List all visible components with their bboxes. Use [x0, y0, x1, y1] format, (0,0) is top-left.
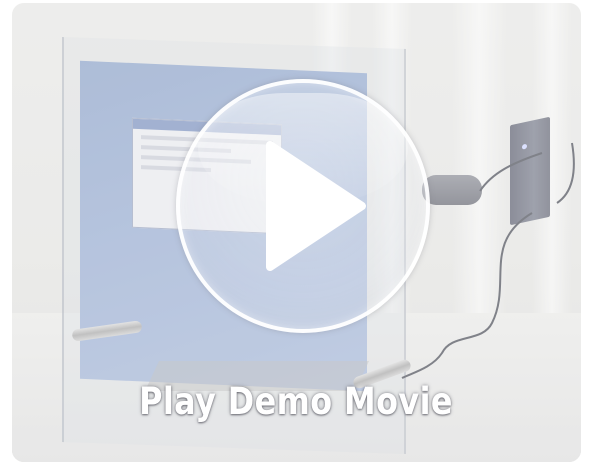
play-icon [266, 141, 366, 271]
play-triangle [266, 141, 366, 271]
demo-movie-stage: Play Demo Movie [0, 0, 592, 467]
play-button[interactable] [176, 79, 430, 333]
play-demo-label[interactable]: Play Demo Movie [41, 380, 550, 423]
